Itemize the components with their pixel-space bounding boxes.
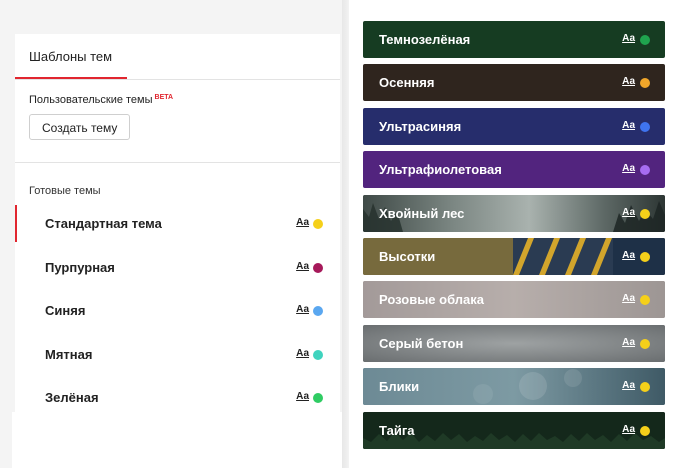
theme-card-label: Тайга (379, 423, 415, 438)
color-dot-icon (313, 306, 323, 316)
font-sample-icon: Аа (622, 33, 635, 44)
font-sample-icon: Аа (622, 250, 635, 261)
color-dot-icon (313, 219, 323, 229)
custom-themes-section: Пользовательские темы BETA Создать тему (15, 80, 340, 163)
font-sample-icon: Аа (296, 260, 309, 272)
ready-theme-purple[interactable]: Пурпурная Аа (15, 249, 340, 293)
ready-themes-list: Стандартная тема Аа Пурпурная Аа Синяя А… (15, 205, 340, 423)
theme-card-pink-clouds[interactable]: Розовые облака Аа (363, 281, 665, 318)
font-sample-icon: Аа (622, 207, 635, 218)
font-sample-icon: Аа (622, 380, 635, 391)
font-sample-icon: Аа (622, 76, 635, 87)
theme-card-ultraviolet[interactable]: Ультрафиолетовая Аа (363, 151, 665, 188)
theme-name: Мятная (45, 346, 93, 362)
theme-templates-panel: Шаблоны тем Пользовательские темы BETA Со… (15, 34, 340, 468)
font-sample-icon: Аа (296, 304, 309, 315)
theme-card-label: Розовые облака (379, 292, 485, 307)
theme-card-label: Блики (379, 379, 420, 394)
font-sample-icon: Аа (296, 391, 309, 402)
color-dot-icon (313, 393, 323, 403)
color-dot-icon (640, 426, 650, 436)
color-dot-icon (640, 35, 650, 45)
color-dot-icon (640, 122, 650, 132)
font-sample-icon: Аа (296, 347, 309, 359)
tab-theme-templates[interactable]: Шаблоны тем (15, 34, 127, 79)
theme-card-label: Темнозелёная (379, 32, 471, 47)
color-dot-icon (640, 252, 650, 262)
theme-card-gray-concrete[interactable]: Серый бетон Аа (363, 325, 665, 362)
font-sample-icon: Аа (622, 424, 635, 435)
theme-card-label: Ультрасиняя (379, 119, 462, 134)
font-sample-icon: Аа (622, 120, 635, 131)
color-dot-icon (640, 382, 650, 392)
ready-theme-green[interactable]: Зелёная Аа (15, 379, 340, 423)
theme-name: Зелёная (45, 390, 99, 405)
ready-theme-blue[interactable]: Синяя Аа (15, 292, 340, 336)
ready-theme-standard[interactable]: Стандартная тема Аа (15, 205, 340, 249)
beta-badge: BETA (154, 94, 174, 101)
theme-card-autumn[interactable]: Осенняя Аа (363, 64, 665, 101)
color-dot-icon (640, 78, 650, 88)
font-sample-icon: Аа (622, 163, 635, 174)
ready-theme-mint[interactable]: Мятная Аа (15, 336, 340, 380)
color-dot-icon (640, 295, 650, 305)
theme-card-high-rises[interactable]: Высотки Аа (363, 238, 665, 275)
theme-card-dark-green[interactable]: Темнозелёная Аа (363, 21, 665, 58)
create-theme-button[interactable]: Создать тему (29, 114, 131, 140)
custom-themes-title: Пользовательские темы (29, 94, 153, 106)
theme-card-label: Осенняя (379, 75, 435, 90)
theme-card-taiga[interactable]: Тайга Аа (363, 412, 665, 449)
font-sample-icon: Аа (622, 337, 635, 348)
ready-themes-title: Готовые темы (29, 185, 101, 197)
theme-card-conifer-forest[interactable]: Хвойный лес Аа (363, 195, 665, 232)
color-dot-icon (640, 165, 650, 175)
font-sample-icon: Аа (296, 217, 309, 228)
theme-card-label: Серый бетон (379, 336, 464, 351)
color-dot-icon (640, 339, 650, 349)
color-dot-icon (313, 262, 323, 273)
theme-card-label: Хвойный лес (379, 206, 465, 221)
theme-card-label: Ультрафиолетовая (379, 162, 502, 177)
color-dot-icon (640, 209, 650, 219)
color-dot-icon (313, 349, 323, 360)
theme-name: Стандартная тема (45, 216, 162, 231)
theme-name: Пурпурная (45, 259, 115, 275)
theme-card-ultra-blue[interactable]: Ультрасиняя Аа (363, 108, 665, 145)
font-sample-icon: Аа (622, 293, 635, 304)
tab-bar: Шаблоны тем (15, 34, 340, 80)
custom-themes-heading: Пользовательские темы BETA (29, 94, 326, 106)
theme-card-glare[interactable]: Блики Аа (363, 368, 665, 405)
theme-name: Синяя (45, 303, 86, 318)
theme-card-label: Высотки (379, 249, 436, 264)
